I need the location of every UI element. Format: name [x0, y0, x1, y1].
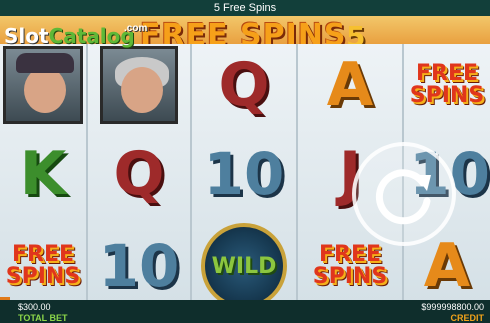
credit-label: CREDIT: [450, 313, 485, 323]
symbol-portrait-queen: [88, 44, 190, 126]
queen-portrait-icon: [100, 46, 178, 124]
free-line: FREE: [415, 61, 478, 86]
free-line: FREE: [11, 242, 74, 267]
symbol-portrait-man: [0, 44, 86, 126]
reel-2: Q 10: [88, 44, 192, 300]
spins-line: SPINS: [5, 264, 81, 289]
symbol-k-text: K: [19, 139, 67, 209]
symbol-a-text: A: [326, 50, 374, 120]
logo-suffix: .com: [124, 23, 148, 34]
free-line: FREE: [318, 242, 381, 267]
symbol-a-text: A: [423, 231, 471, 300]
spins-line: SPINS: [409, 83, 485, 108]
symbol-free-spins: FREE SPINS: [0, 224, 86, 300]
game-area[interactable]: FREE SPINS 5 K FREE SPINS Q 10 Q 10 WILD…: [0, 16, 490, 300]
reel-3: Q 10 WILD: [192, 44, 298, 300]
symbol-q-text: Q: [113, 139, 165, 209]
wild-text: WILD: [211, 253, 277, 279]
total-bet-label[interactable]: TOTAL BET: [18, 313, 68, 323]
logo-part2: Catalog: [48, 24, 135, 48]
man-portrait-icon: [3, 46, 83, 124]
free-spins-text: FREE SPINS: [410, 63, 484, 107]
symbol-q-text: Q: [218, 50, 270, 120]
free-spins-text: FREE SPINS: [6, 244, 80, 288]
symbol-free-spins: FREE SPINS: [404, 44, 490, 126]
footer-bar: $300.00 TOTAL BET $999998800.00 CREDIT: [0, 300, 490, 323]
hat-shape: [16, 53, 74, 73]
credit-value: $999998800.00: [421, 302, 484, 312]
face-shape: [121, 67, 163, 113]
symbol-wild: WILD: [192, 223, 296, 300]
free-spins-text: FREE SPINS: [313, 244, 387, 288]
reel-1: K FREE SPINS: [0, 44, 88, 300]
status-bar: 5 Free Spins: [0, 0, 490, 16]
symbol-10: 10: [192, 132, 296, 216]
refresh-icon: [375, 169, 431, 225]
symbol-a: A: [298, 44, 402, 126]
symbol-10-text: 10: [203, 140, 285, 208]
symbol-q: Q: [88, 132, 190, 216]
spins-line: SPINS: [312, 264, 388, 289]
spin-button[interactable]: [352, 142, 456, 246]
logo-part1: Slot: [4, 24, 49, 48]
symbol-k: K: [0, 132, 86, 216]
face-shape: [24, 67, 66, 113]
wild-icon: WILD: [201, 223, 287, 300]
status-title: 5 Free Spins: [213, 2, 277, 14]
total-bet-value: $300.00: [18, 302, 51, 312]
site-logo: SlotCatalog: [4, 24, 135, 48]
symbol-10-text: 10: [98, 232, 180, 300]
symbol-q: Q: [192, 44, 296, 126]
symbol-10: 10: [88, 224, 190, 300]
